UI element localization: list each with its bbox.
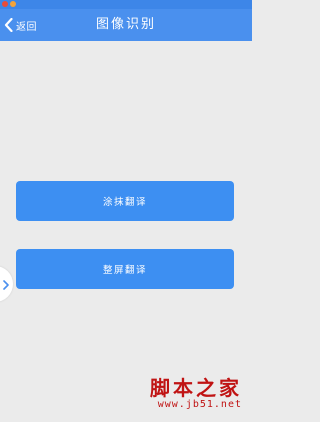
- fullscreen-translate-button[interactable]: 整屏翻译: [16, 249, 234, 289]
- status-bar: [0, 0, 252, 9]
- side-drawer-handle[interactable]: [0, 266, 13, 302]
- notification-icon: [10, 1, 16, 7]
- back-label: 返回: [16, 21, 37, 33]
- chevron-right-icon: [3, 275, 9, 294]
- smear-translate-button[interactable]: 涂抹翻译: [16, 181, 234, 221]
- page-title: 图像识别: [95, 17, 156, 32]
- watermark-url: www.jb51.net: [157, 399, 242, 410]
- notification-icon: [2, 1, 8, 7]
- title-bar: 图像识别 返回: [0, 9, 252, 41]
- back-button[interactable]: 返回: [4, 9, 37, 41]
- watermark: 脚本之家 www.jb51.net: [150, 377, 242, 411]
- watermark-title: 脚本之家: [150, 376, 242, 400]
- chevron-left-icon: [4, 18, 13, 32]
